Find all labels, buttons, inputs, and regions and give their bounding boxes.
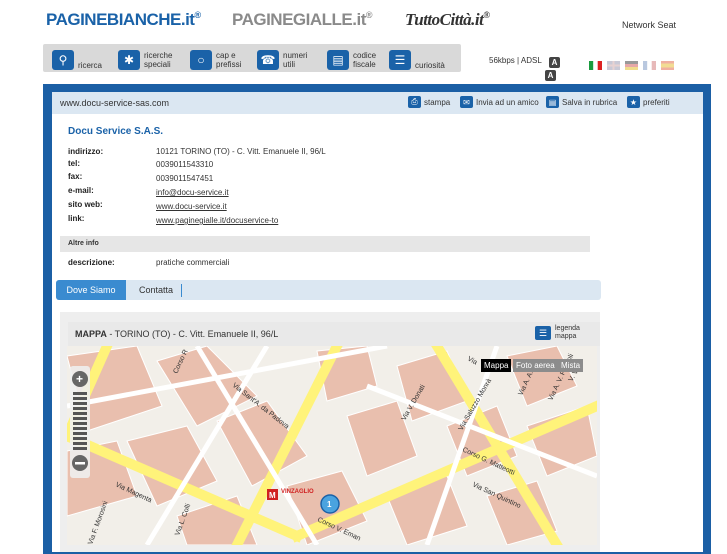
nav-item-numeri-utili[interactable]: ☎ numeri utili — [257, 49, 313, 71]
tab-dove-siamo[interactable]: Dove Siamo — [56, 280, 126, 300]
website-link[interactable]: www.docu-service.it — [156, 202, 227, 211]
tab-bar — [56, 280, 601, 300]
paginebianche-logo[interactable]: PAGINEBIANCHE.it® — [46, 10, 201, 30]
map-title: MAPPA - TORINO (TO) - C. Vitt. Emanuele … — [75, 329, 279, 339]
book-icon: ☰ — [389, 50, 411, 70]
email-link[interactable]: info@docu-service.it — [156, 188, 229, 197]
flag-spanish-icon[interactable] — [661, 57, 674, 70]
list-icon: ☰ — [535, 326, 551, 340]
street-map: Corso R Via Sant'A. da Padova Via Magent… — [67, 346, 597, 545]
connection-speed: 56kbps | ADSL — [489, 56, 542, 65]
map-type-mappa[interactable]: Mappa — [481, 359, 512, 372]
altre-info-header: Altre info — [60, 236, 590, 252]
map-legend-button[interactable]: ☰ legenda mappa — [535, 325, 580, 341]
printer-icon: ⎙ — [408, 96, 421, 108]
map-type-mista[interactable]: Mista — [558, 359, 584, 372]
envelope-icon: ✉ — [460, 96, 473, 108]
nav-item-ricerche-speciali[interactable]: ✱ ricerche speciali — [118, 49, 180, 71]
flag-french-icon[interactable] — [643, 57, 656, 70]
folder-icon: ▤ — [546, 96, 559, 108]
location-marker[interactable]: 1 — [320, 494, 340, 514]
map-canvas[interactable]: Corso R Via Sant'A. da Padova Via Magent… — [67, 346, 597, 545]
puzzle-icon: ✱ — [118, 50, 140, 70]
svg-text:VINZAGLIO: VINZAGLIO — [281, 489, 314, 495]
address-value: 10121 TORINO (TO) - C. Vitt. Emanuele II… — [156, 147, 326, 156]
company-name: Docu Service S.A.S. — [68, 126, 164, 137]
network-seat-link[interactable]: Network Seat — [622, 20, 676, 30]
font-size-decrease-button[interactable]: A — [545, 70, 556, 81]
tuttocitta-logo[interactable]: TuttoCittà.it® — [405, 10, 490, 30]
nav-item-ricerca[interactable]: ⚲ ricerca — [52, 49, 102, 71]
favorites-button[interactable]: ★ preferiti — [627, 96, 670, 108]
fax-label: fax: — [68, 172, 83, 181]
tab-separator — [181, 284, 182, 297]
phone-value: 0039011543310 — [156, 160, 214, 169]
star-icon: ★ — [627, 96, 640, 108]
search-icon: ⚲ — [52, 50, 74, 70]
map-type-foto-aerea[interactable]: Foto aerea — [513, 359, 558, 372]
nav-item-curiosita[interactable]: ☰ curiosità — [389, 49, 445, 71]
print-button[interactable]: ⎙ stampa — [408, 96, 450, 108]
paginegialle-link[interactable]: www.paginegialle.it/docuservice-to — [156, 216, 278, 225]
paginegialle-logo[interactable]: PAGINEGIALLE.it® — [232, 10, 373, 30]
address-label: indirizzo: — [68, 147, 104, 156]
nav-item-cap-prefissi[interactable]: ○ cap e prefissi — [190, 49, 246, 71]
phone-icon: ☎ — [257, 50, 279, 70]
flag-italian-icon[interactable] — [589, 57, 602, 70]
zoom-control[interactable]: + — [70, 366, 90, 478]
font-size-increase-button[interactable]: A — [549, 57, 560, 68]
card-icon: ▤ — [327, 50, 349, 70]
nav-item-codice-fiscale[interactable]: ▤ codice fiscale — [327, 49, 383, 71]
tab-contatta[interactable]: Contatta — [139, 285, 173, 295]
flag-english-icon[interactable] — [607, 57, 620, 70]
flag-german-icon[interactable] — [625, 57, 638, 70]
business-url[interactable]: www.docu-service-sas.com — [60, 98, 169, 108]
description-label: descrizione: — [68, 258, 115, 267]
fax-value: 0039011547451 — [156, 174, 214, 183]
svg-text:+: + — [76, 372, 83, 386]
send-friend-button[interactable]: ✉ Invia ad un amico — [460, 96, 539, 108]
phone-label: tel: — [68, 159, 80, 168]
save-contacts-button[interactable]: ▤ Salva in rubrica — [546, 96, 617, 108]
globe-icon: ○ — [190, 50, 212, 70]
email-label: e-mail: — [68, 186, 94, 195]
website-label: sito web: — [68, 200, 103, 209]
description-value: pratiche commerciali — [156, 258, 230, 267]
svg-text:1: 1 — [327, 500, 332, 509]
link-label: link: — [68, 214, 85, 223]
svg-text:M: M — [269, 491, 276, 500]
